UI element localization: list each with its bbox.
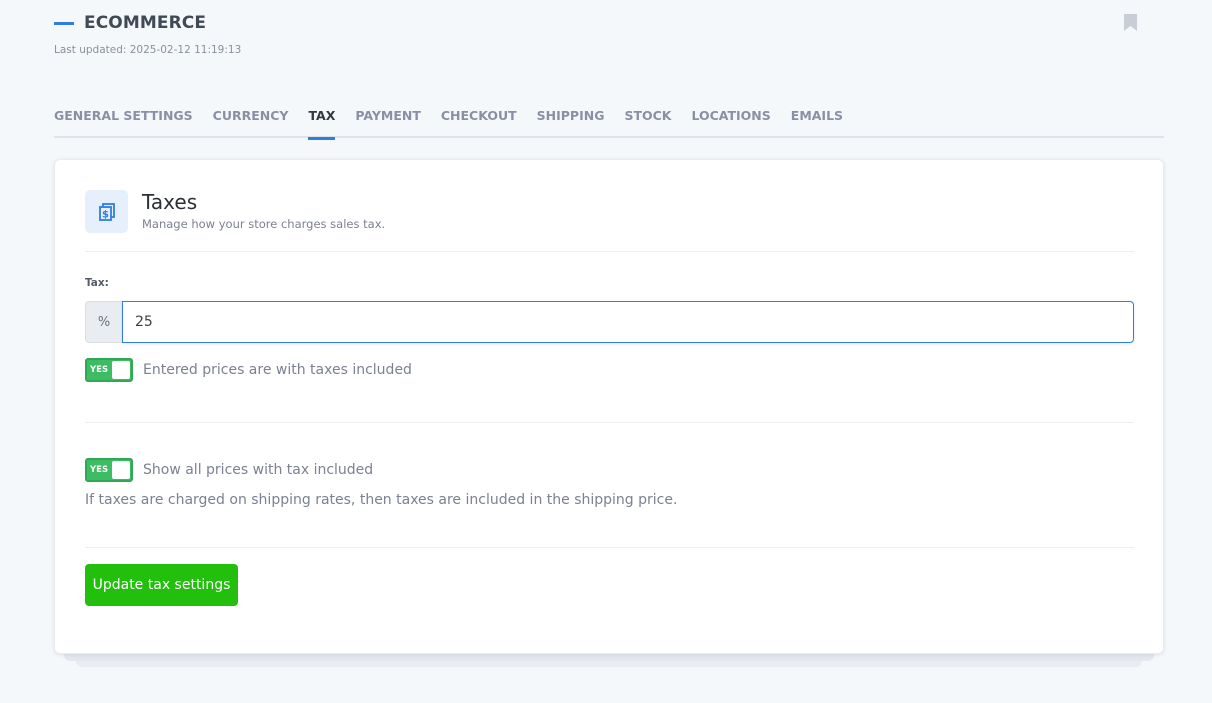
tab-general-settings[interactable]: GENERAL SETTINGS [54,108,193,138]
divider [85,251,1134,252]
tax-rate-input[interactable] [122,301,1134,343]
last-updated: Last updated: 2025-02-12 11:19:13 [54,44,242,56]
tab-tax[interactable]: TAX [308,108,335,140]
section-title: Taxes [142,190,198,214]
percent-addon: % [85,301,122,343]
ecommerce-settings-page: ECOMMERCE Last updated: 2025-02-12 11:19… [0,0,1212,703]
shipping-tax-help-text: If taxes are charged on shipping rates, … [85,492,678,508]
divider [85,422,1134,423]
title-row: ECOMMERCE [54,12,241,34]
tab-stock[interactable]: STOCK [624,108,671,138]
tab-locations[interactable]: LOCATIONS [691,108,770,138]
tax-field-label: Tax: [85,277,109,289]
bookmark-icon[interactable] [1124,14,1137,31]
receipt-dollar-icon: $ [85,190,128,233]
prices-include-tax-label: Entered prices are with taxes included [143,362,412,378]
tax-input-group: % [85,301,1134,343]
tab-payment[interactable]: PAYMENT [355,108,421,138]
tax-settings-card: $ Taxes Manage how your store charges sa… [54,159,1164,654]
divider [85,547,1134,548]
show-prices-with-tax-label: Show all prices with tax included [143,462,374,478]
tab-checkout[interactable]: CHECKOUT [441,108,517,138]
section-header: $ Taxes Manage how your store charges sa… [85,190,385,233]
page-title: ECOMMERCE [84,13,207,33]
toggle-state-label: YES [90,365,109,375]
toggle-knob [112,361,130,379]
show-prices-with-tax-row: YES Show all prices with tax included [85,458,373,482]
title-dash-icon [54,21,74,25]
toggle-state-label: YES [90,465,109,475]
section-subtitle: Manage how your store charges sales tax. [142,217,386,231]
toggle-knob [112,461,130,479]
tab-shipping[interactable]: SHIPPING [537,108,605,138]
tab-currency[interactable]: CURRENCY [213,108,289,138]
section-text: Taxes Manage how your store charges sale… [142,190,385,233]
page-header: ECOMMERCE Last updated: 2025-02-12 11:19… [54,12,241,56]
show-prices-with-tax-toggle[interactable]: YES [85,458,133,482]
tab-emails[interactable]: EMAILS [791,108,843,138]
prices-include-tax-row: YES Entered prices are with taxes includ… [85,358,412,382]
update-tax-settings-button[interactable]: Update tax settings [85,564,238,606]
prices-include-tax-toggle[interactable]: YES [85,358,133,382]
settings-tabs: GENERAL SETTINGS CURRENCY TAX PAYMENT CH… [54,108,1164,140]
svg-text:$: $ [102,209,109,220]
